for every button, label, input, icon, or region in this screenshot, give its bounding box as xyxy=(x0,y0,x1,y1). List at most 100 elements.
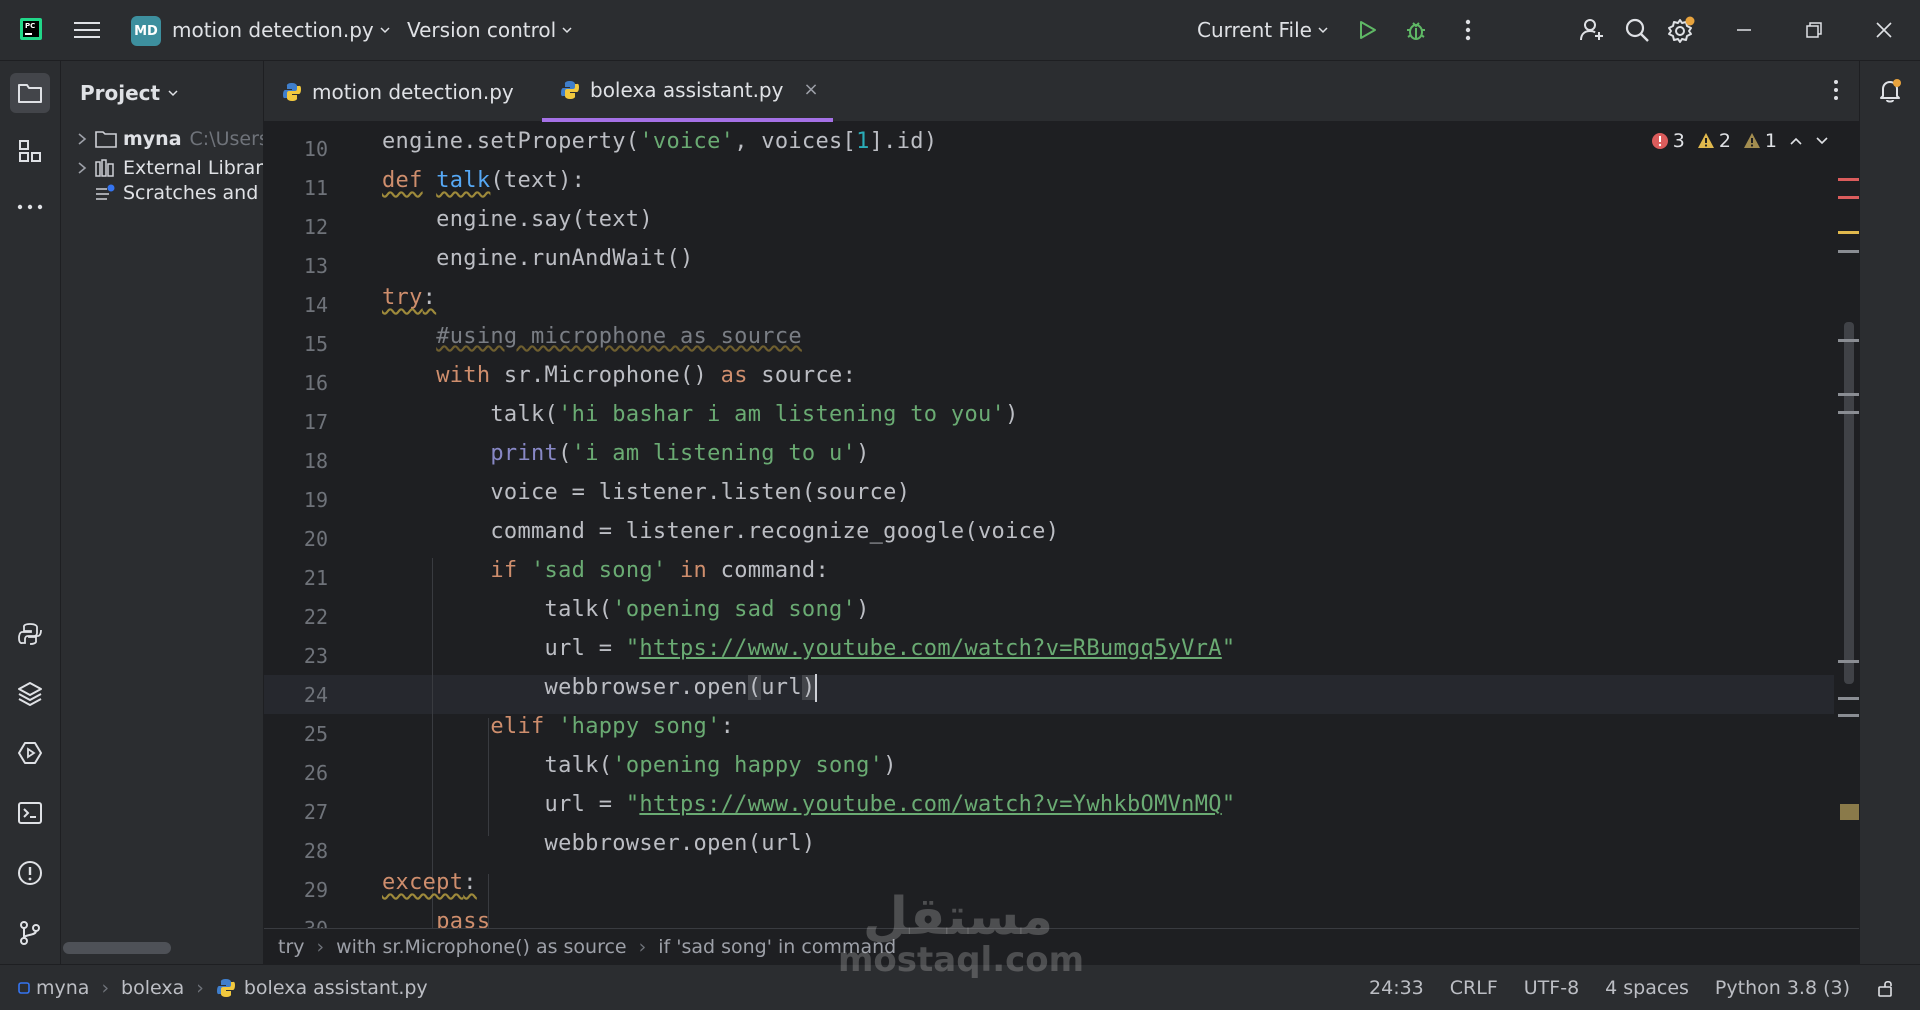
restore-icon[interactable] xyxy=(1798,14,1830,46)
line-number: 12 xyxy=(303,215,328,239)
code-line[interactable]: engine.setProperty('voice', voices[1].id… xyxy=(382,122,937,161)
stripe-marker[interactable] xyxy=(1838,697,1860,700)
read-only-lock-icon[interactable] xyxy=(1876,978,1896,998)
project-badge[interactable]: MD xyxy=(131,16,161,46)
error-stripe-marker[interactable] xyxy=(1838,196,1860,199)
weak-warning-stripe-marker[interactable] xyxy=(1838,250,1860,253)
code-line[interactable]: talk('hi bashar i am listening to you') xyxy=(382,395,1019,434)
chevron-down-icon xyxy=(380,27,390,34)
close-window-icon[interactable] xyxy=(1868,14,1900,46)
minimize-icon[interactable] xyxy=(1728,14,1760,46)
line-number: 28 xyxy=(303,839,328,863)
line-separator[interactable]: CRLF xyxy=(1450,977,1498,999)
breadcrumb-item[interactable]: try xyxy=(278,936,305,958)
main-menu-icon[interactable] xyxy=(74,18,100,42)
code-line[interactable]: engine.runAndWait() xyxy=(382,239,694,278)
code-line[interactable]: try: xyxy=(382,278,436,317)
nav-item-folder[interactable]: bolexa xyxy=(121,977,184,999)
text-caret xyxy=(815,674,818,702)
line-number: 23 xyxy=(303,644,328,668)
warnings-count[interactable]: 2 xyxy=(1697,130,1731,152)
python-packages-icon[interactable] xyxy=(10,614,50,654)
link-stripe-marker[interactable] xyxy=(1840,804,1860,820)
line-number: 30 xyxy=(264,910,328,928)
file-encoding[interactable]: UTF-8 xyxy=(1524,977,1579,999)
code-editor[interactable]: 10 11 12 13 14 15 16 17 18 19 20 21 22 2… xyxy=(264,122,1859,928)
weak-warnings-count[interactable]: 1 xyxy=(1743,130,1777,152)
code-line[interactable]: command = listener.recognize_google(voic… xyxy=(382,512,1059,551)
inspection-widget[interactable]: 3 2 1 xyxy=(1651,130,1829,152)
close-tab-icon[interactable]: × xyxy=(803,79,818,100)
horizontal-scrollbar[interactable] xyxy=(63,942,171,954)
code-line[interactable]: with sr.Microphone() as source: xyxy=(382,356,856,395)
services-icon[interactable] xyxy=(10,733,50,773)
project-panel-header[interactable]: Project xyxy=(80,81,178,105)
error-icon xyxy=(1651,133,1668,149)
code-line[interactable]: talk('opening sad song') xyxy=(382,590,870,629)
project-panel-title: Project xyxy=(80,81,161,105)
project-tool-icon[interactable] xyxy=(10,73,50,113)
search-icon[interactable] xyxy=(1621,14,1653,46)
chevron-right-icon[interactable] xyxy=(69,161,95,175)
nav-item-project[interactable]: myna xyxy=(36,977,89,999)
stripe-marker[interactable] xyxy=(1838,393,1860,396)
stripe-marker[interactable] xyxy=(1838,660,1860,663)
breadcrumb-item[interactable]: with sr.Microphone() as source xyxy=(336,936,627,958)
structure-tool-icon[interactable] xyxy=(10,131,50,171)
code-line[interactable]: print('i am listening to u') xyxy=(382,434,870,473)
code-line[interactable]: elif 'happy song': xyxy=(382,707,734,746)
code-line[interactable]: talk('opening happy song') xyxy=(382,746,897,785)
line-number: 14 xyxy=(303,293,328,317)
git-branch-icon[interactable] xyxy=(10,913,50,953)
code-line[interactable]: url = "https://www.youtube.com/watch?v=Y… xyxy=(382,785,1236,824)
notifications-bell-icon[interactable] xyxy=(1870,71,1910,111)
line-number: 20 xyxy=(303,527,328,551)
indent-setting[interactable]: 4 spaces xyxy=(1605,977,1689,999)
code-line[interactable]: except: xyxy=(382,863,477,902)
code-line[interactable]: pass xyxy=(382,902,490,928)
tab-bolexa-assistant[interactable]: bolexa assistant.py × xyxy=(542,61,833,122)
tree-item-myna[interactable]: myna C:\Users xyxy=(61,124,263,154)
tree-item-scratches[interactable]: Scratches and xyxy=(61,178,258,208)
tab-options-icon[interactable] xyxy=(1833,79,1839,101)
code-line[interactable]: #using microphone as source xyxy=(382,317,802,356)
code-line[interactable]: voice = listener.listen(source) xyxy=(382,473,910,512)
python-interpreter[interactable]: Python 3.8 (3) xyxy=(1715,977,1850,999)
previous-highlight-icon[interactable] xyxy=(1789,135,1803,147)
tab-motion-detection[interactable]: motion detection.py xyxy=(264,61,532,122)
vcs-widget[interactable]: Version control xyxy=(407,18,572,42)
problems-icon[interactable] xyxy=(10,853,50,893)
next-highlight-icon[interactable] xyxy=(1815,135,1829,147)
nav-item-file[interactable]: bolexa assistant.py xyxy=(244,977,428,999)
tree-item-label: External Librari xyxy=(123,157,264,179)
vertical-scrollbar[interactable] xyxy=(1844,322,1854,684)
code-line[interactable]: url = "https://www.youtube.com/watch?v=R… xyxy=(382,629,1236,668)
terminal-icon[interactable] xyxy=(10,793,50,833)
stripe-marker[interactable] xyxy=(1838,339,1860,342)
run-config-selector[interactable]: Current File xyxy=(1197,18,1328,42)
debug-icon[interactable] xyxy=(1400,14,1432,46)
caret-position[interactable]: 24:33 xyxy=(1369,977,1424,999)
add-user-icon[interactable] xyxy=(1576,14,1608,46)
stripe-marker[interactable] xyxy=(1838,411,1860,414)
more-tools-icon[interactable] xyxy=(10,187,50,227)
warning-stripe-marker[interactable] xyxy=(1838,231,1860,234)
project-switcher[interactable]: motion detection.py xyxy=(172,18,390,42)
errors-count[interactable]: 3 xyxy=(1651,130,1685,152)
layers-icon[interactable] xyxy=(10,673,50,713)
nav-separator-icon: › xyxy=(101,976,110,999)
code-line[interactable]: def talk(text): xyxy=(382,161,585,200)
code-line[interactable]: engine.say(text) xyxy=(382,200,653,239)
more-actions-icon[interactable] xyxy=(1452,14,1484,46)
code-line[interactable]: if 'sad song' in command: xyxy=(382,551,829,590)
code-line[interactable]: webbrowser.open(url) xyxy=(382,824,816,863)
project-panel: Project myna C:\Users External Librari S… xyxy=(61,61,264,964)
settings-gear-icon[interactable] xyxy=(1665,14,1697,46)
error-stripe-marker[interactable] xyxy=(1838,178,1860,181)
stripe-marker[interactable] xyxy=(1838,714,1860,717)
run-icon[interactable] xyxy=(1351,14,1383,46)
code-line[interactable]: webbrowser.open(url) xyxy=(382,668,818,707)
library-icon xyxy=(95,159,119,177)
breadcrumb-item[interactable]: if 'sad song' in command xyxy=(658,936,896,958)
chevron-right-icon[interactable] xyxy=(69,132,95,146)
